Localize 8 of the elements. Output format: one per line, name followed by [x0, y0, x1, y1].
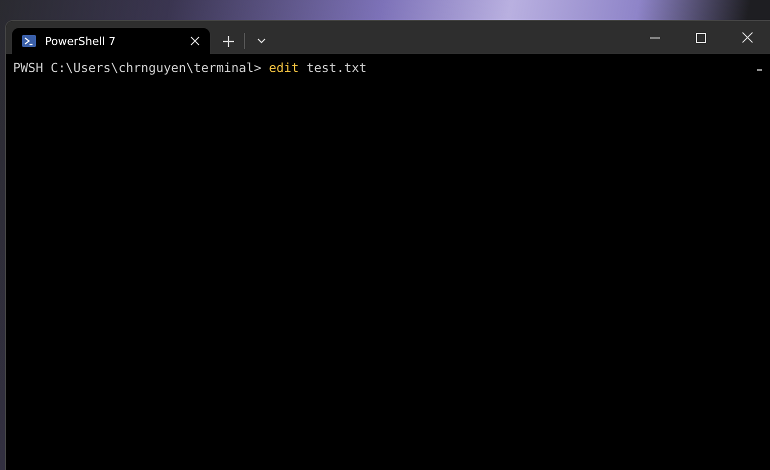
close-icon[interactable]	[188, 34, 202, 48]
command-text: edit	[268, 60, 299, 75]
tab-title: PowerShell 7	[45, 34, 117, 48]
scrollbar-thumb[interactable]	[757, 69, 762, 71]
argument-text: test.txt	[306, 60, 367, 75]
prompt-text: PWSH C:\Users\chrnguyen\terminal>	[13, 60, 262, 75]
tab[interactable]: PowerShell 7	[12, 28, 210, 54]
terminal-icon	[22, 35, 36, 47]
